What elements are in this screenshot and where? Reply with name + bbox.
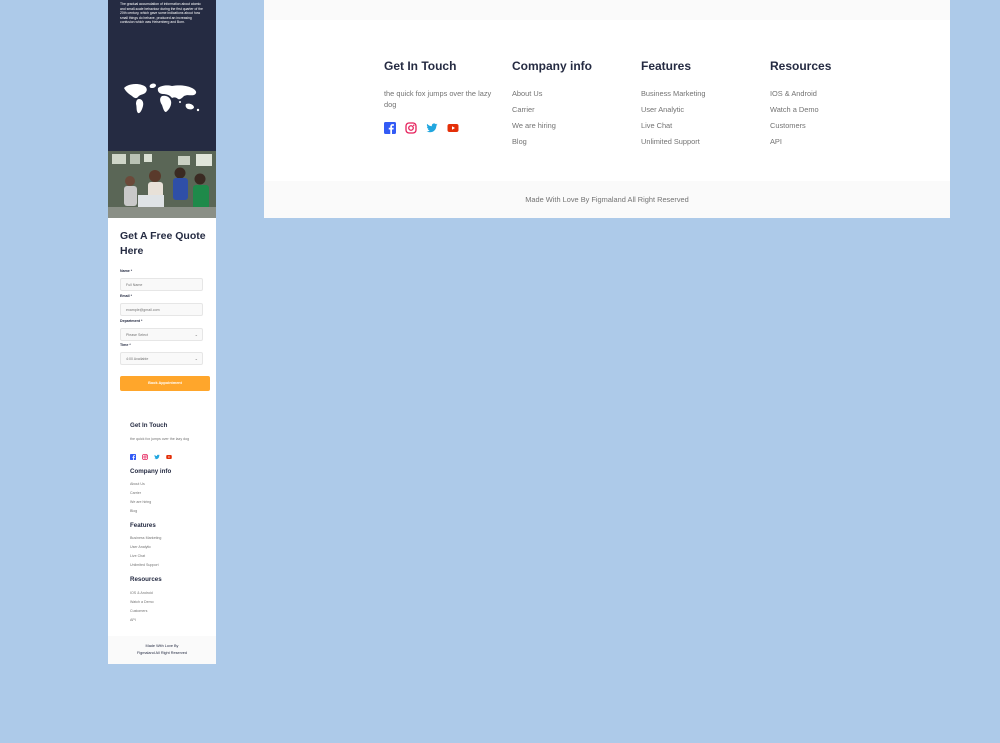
book-appointment-button[interactable]: Book Appointment bbox=[120, 376, 210, 391]
link-customers[interactable]: Customers bbox=[770, 120, 831, 136]
link-about-us[interactable]: About Us bbox=[512, 88, 592, 104]
mobile-link-business-marketing[interactable]: Business Marketing bbox=[130, 536, 161, 540]
email-placeholder: example@gmail.com bbox=[126, 308, 160, 312]
link-we-are-hiring[interactable]: We are hiring bbox=[512, 120, 592, 136]
world-map-icon bbox=[124, 83, 200, 114]
mobile-tagline: the quick fox jumps over the lazy dog bbox=[130, 437, 190, 441]
team-photo-illustration bbox=[108, 151, 216, 218]
time-value: 4:00 Available bbox=[126, 357, 149, 361]
mobile-link-carrier[interactable]: Carrier bbox=[130, 491, 141, 495]
quote-form-title: Get A Free Quote Here bbox=[120, 230, 206, 257]
email-label: Email * bbox=[120, 294, 132, 298]
mobile-copyright-line-2: Figmaland All Right Reserved bbox=[136, 651, 188, 655]
mobile-link-customers[interactable]: Customers bbox=[130, 609, 147, 613]
link-ios-android[interactable]: IOS & Android bbox=[770, 88, 831, 104]
department-label: Department * bbox=[120, 319, 143, 323]
email-input[interactable]: example@gmail.com bbox=[120, 303, 203, 316]
link-unlimited-support[interactable]: Unlimited Support bbox=[641, 136, 706, 152]
link-carrier[interactable]: Carrier bbox=[512, 104, 592, 120]
time-label: Time * bbox=[120, 343, 131, 347]
mobile-copyright: Made With Love By Figmaland All Right Re… bbox=[108, 636, 216, 664]
mobile-link-blog[interactable]: Blog bbox=[130, 509, 137, 513]
youtube-icon[interactable] bbox=[166, 454, 172, 460]
team-photo bbox=[108, 151, 216, 218]
mobile-link-ios-android[interactable]: IOS & Android bbox=[130, 591, 153, 595]
chevron-down-icon: ⌄ bbox=[194, 356, 198, 361]
link-live-chat[interactable]: Live Chat bbox=[641, 120, 706, 136]
mobile-link-user-analytic[interactable]: User Analytic bbox=[130, 545, 151, 549]
footer-col-features: Features Business Marketing User Analyti… bbox=[641, 59, 706, 152]
instagram-icon[interactable] bbox=[405, 122, 417, 134]
department-value: Please Select bbox=[126, 333, 148, 337]
company-info-title: Company info bbox=[512, 59, 592, 73]
footer-col-company: Company info About Us Carrier We are hir… bbox=[512, 59, 592, 152]
youtube-icon[interactable] bbox=[447, 122, 459, 134]
mobile-social-links bbox=[130, 454, 172, 460]
mobile-mockup: The gradual accumulation of information … bbox=[108, 0, 216, 664]
mobile-copyright-line-1: Made With Love By bbox=[145, 644, 179, 648]
name-placeholder: Full Name bbox=[126, 283, 143, 287]
mobile-link-api[interactable]: API bbox=[130, 618, 136, 622]
social-links bbox=[384, 122, 494, 134]
mobile-get-in-touch-title: Get In Touch bbox=[130, 422, 168, 429]
mobile-link-hiring[interactable]: We are hiring bbox=[130, 500, 151, 504]
link-blog[interactable]: Blog bbox=[512, 136, 592, 152]
mobile-hero-text: The gradual accumulation of information … bbox=[120, 2, 203, 25]
mobile-hero-section: The gradual accumulation of information … bbox=[108, 0, 216, 151]
instagram-icon[interactable] bbox=[142, 454, 148, 460]
link-watch-a-demo[interactable]: Watch a Demo bbox=[770, 104, 831, 120]
mobile-resources-title: Resources bbox=[130, 576, 162, 583]
mobile-link-watch-demo[interactable]: Watch a Demo bbox=[130, 600, 154, 604]
mobile-features-title: Features bbox=[130, 522, 156, 529]
link-business-marketing[interactable]: Business Marketing bbox=[641, 88, 706, 104]
desktop-footer: Get In Touch the quick fox jumps over th… bbox=[264, 0, 950, 218]
facebook-icon[interactable] bbox=[130, 454, 136, 460]
get-in-touch-title: Get In Touch bbox=[384, 59, 457, 73]
facebook-icon[interactable] bbox=[384, 122, 396, 134]
copyright-bar: Made With Love By Figmaland All Right Re… bbox=[264, 181, 950, 218]
twitter-icon[interactable] bbox=[426, 122, 438, 134]
mobile-link-unlimited-support[interactable]: Unlimited Support bbox=[130, 563, 159, 567]
footer-top-strip bbox=[264, 0, 950, 20]
name-input[interactable]: Full Name bbox=[120, 278, 203, 291]
time-select[interactable]: 4:00 Available ⌄ bbox=[120, 352, 203, 365]
footer-tagline: the quick fox jumps over the lazy dog bbox=[384, 89, 492, 109]
department-select[interactable]: Please Select ⌄ bbox=[120, 328, 203, 341]
features-title: Features bbox=[641, 59, 692, 73]
link-user-analytic[interactable]: User Analytic bbox=[641, 104, 706, 120]
footer-col-resources: Resources IOS & Android Watch a Demo Cus… bbox=[770, 59, 831, 152]
link-api[interactable]: API bbox=[770, 136, 831, 152]
resources-title: Resources bbox=[770, 59, 832, 73]
chevron-down-icon: ⌄ bbox=[194, 332, 198, 337]
mobile-link-about-us[interactable]: About Us bbox=[130, 482, 145, 486]
name-label: Name * bbox=[120, 269, 133, 273]
twitter-icon[interactable] bbox=[154, 454, 160, 460]
mobile-link-live-chat[interactable]: Live Chat bbox=[130, 554, 145, 558]
footer-col-get-in-touch: Get In Touch the quick fox jumps over th… bbox=[384, 59, 494, 134]
mobile-company-title: Company info bbox=[130, 468, 172, 475]
